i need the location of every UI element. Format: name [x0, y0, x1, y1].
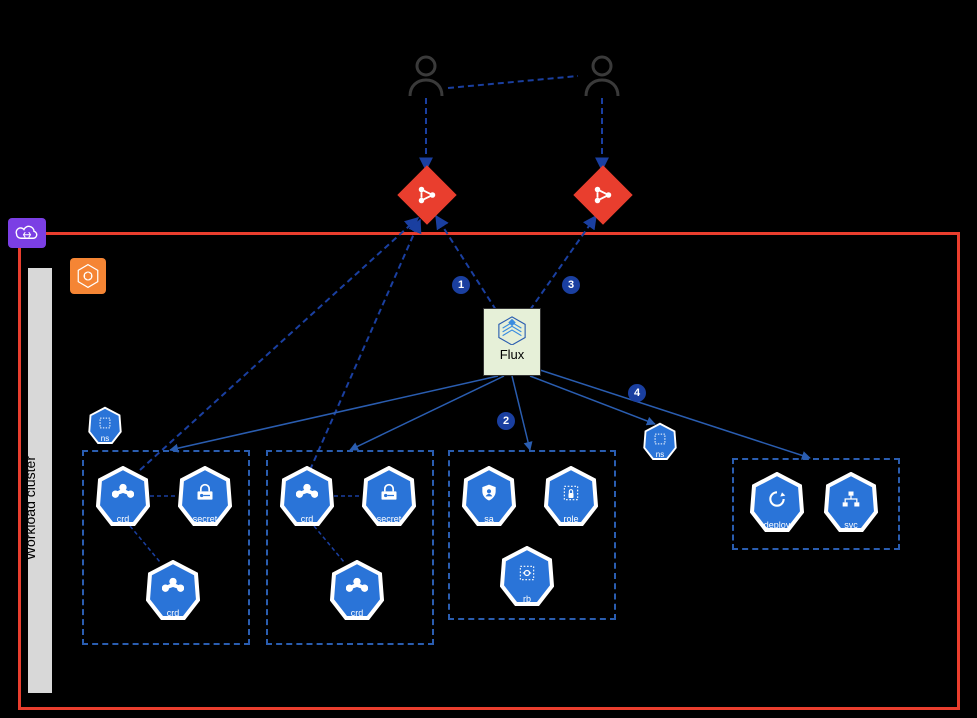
step-4-badge: 4	[628, 384, 646, 402]
ns-hex-right: ns	[643, 422, 677, 462]
step-3-badge: 3	[562, 276, 580, 294]
ns-hex-left: ns	[88, 406, 122, 446]
workload-cluster-label: Workload cluster	[22, 456, 38, 560]
step-1-badge: 1	[452, 276, 470, 294]
g4-svc-hex: svc	[824, 472, 878, 534]
g1-secret-hex: secret	[178, 466, 232, 528]
user-right-icon	[580, 52, 624, 96]
eks-hex-icon	[75, 263, 101, 289]
flux-box: Flux	[483, 308, 541, 376]
g3-rb-hex: rb	[500, 546, 554, 608]
flux-label: Flux	[484, 347, 540, 362]
cloud-icon	[13, 222, 41, 244]
flux-icon	[497, 315, 527, 345]
g1-crd2-hex: crd	[146, 560, 200, 622]
cloud-provider-badge	[8, 218, 46, 248]
user-left-icon	[404, 52, 448, 96]
git-repo-right-icon	[573, 165, 632, 224]
g2-secret-hex: secret	[362, 466, 416, 528]
g1-crd1-hex: crd	[96, 466, 150, 528]
g2-crd1-hex: crd	[280, 466, 334, 528]
step-2-badge: 2	[497, 412, 515, 430]
eks-badge	[70, 258, 106, 294]
g4-deploy-hex: deploy	[750, 472, 804, 534]
g3-sa-hex: sa	[462, 466, 516, 528]
g3-role-hex: role	[544, 466, 598, 528]
g2-crd2-hex: crd	[330, 560, 384, 622]
git-repo-left-icon	[397, 165, 456, 224]
